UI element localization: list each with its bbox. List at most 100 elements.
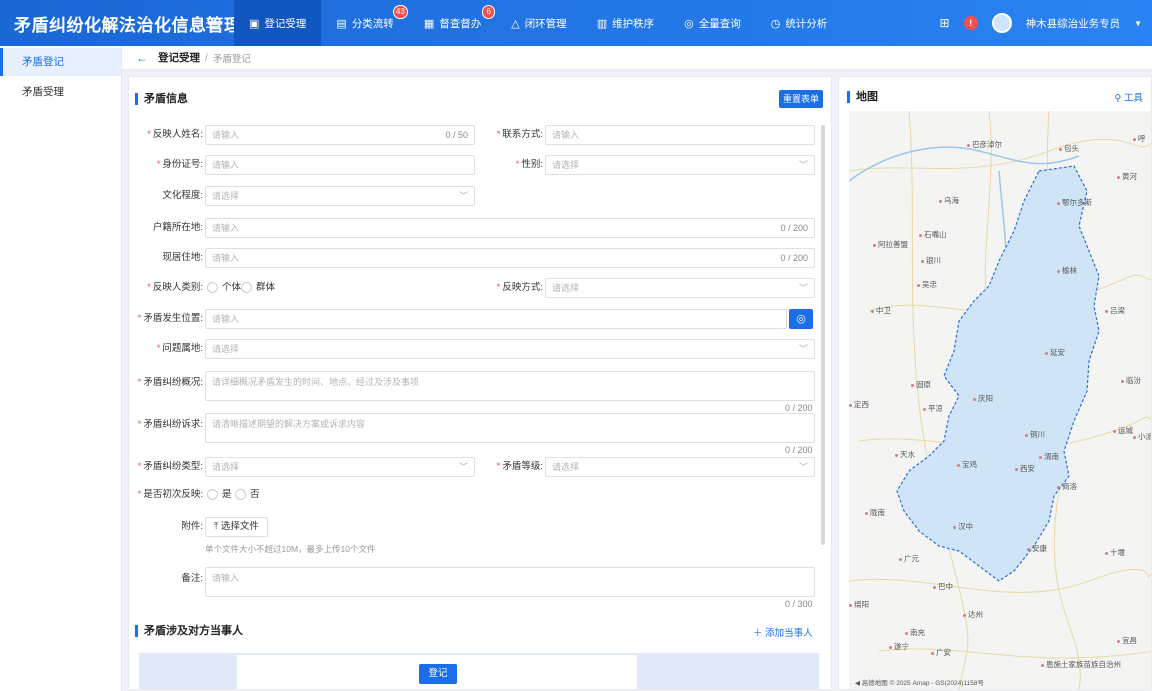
map-city: 安康 — [1027, 543, 1047, 554]
map-city: 吴忠 — [917, 279, 937, 290]
nav-flow-label: 分类流转 — [351, 17, 394, 30]
radio-no-label[interactable]: 否 — [250, 485, 260, 505]
map-tools-label: 工具 — [1123, 93, 1143, 104]
territory-placeholder: 请选择 — [212, 344, 240, 354]
map-city: 南充 — [905, 627, 925, 638]
chevron-down-icon[interactable]: ▼ — [1134, 19, 1142, 28]
radio-yes-label[interactable]: 是 — [222, 485, 232, 505]
back-arrow-icon[interactable]: ← — [136, 51, 148, 65]
main-nav: ▣ 登记受理 ▤ 分类流转 43 ▦ 督查督办 6 △ 闭环管理 ▥ 维护秩序 ◎ 全量查询 ◷… — [234, 0, 842, 46]
section-title: 矛盾信息 — [135, 93, 188, 105]
map-city: 延安 — [1045, 347, 1065, 358]
demand-label: * 矛盾纠纷诉求: — [129, 415, 203, 435]
sidebar-item-register[interactable]: 矛盾登记 — [0, 48, 121, 76]
loop-icon: △ — [511, 17, 520, 30]
nav-flow[interactable]: ▤ 分类流转 43 — [321, 0, 408, 46]
map-city: 宝鸡 — [957, 459, 977, 470]
report-method-label: * 反映方式: — [481, 278, 543, 298]
report-method-placeholder: 请选择 — [552, 283, 580, 293]
tool-icon: ⚲ — [1114, 93, 1122, 104]
hukou-placeholder: 请输入 — [212, 223, 240, 233]
map-tools-link[interactable]: ⚲ 工具 — [1114, 90, 1143, 104]
avatar[interactable] — [991, 13, 1012, 33]
level-label-text: 矛盾等级: — [502, 461, 543, 472]
user-name[interactable]: 神木县综治业务专员 — [1026, 16, 1121, 31]
demand-textarea[interactable]: 请清晰描述期望的解决方案或诉求内容 — [205, 413, 815, 443]
register-icon: ▣ — [249, 17, 260, 30]
dispute-type-select[interactable]: 请选择 ﹀ — [205, 457, 475, 477]
add-party-link[interactable]: ＋ 添加当事人 — [753, 625, 813, 639]
menu-toggle-icon[interactable]: ☰ — [198, 15, 224, 32]
map-city: 商洛 — [1057, 481, 1077, 492]
map-city: 平凉 — [923, 403, 943, 414]
report-method-select[interactable]: 请选择 ﹀ — [545, 278, 815, 298]
locate-button[interactable]: ◎ — [789, 309, 813, 329]
required-mark: * — [156, 343, 161, 354]
map-city: 汉中 — [953, 521, 973, 532]
map-city: 巴中 — [933, 581, 953, 592]
chevron-down-icon: ﹀ — [458, 191, 468, 201]
radio-group-label[interactable]: 群体 — [256, 278, 275, 298]
gender-select[interactable]: 请选择 ﹀ — [545, 155, 815, 175]
education-placeholder: 请选择 — [212, 191, 240, 201]
chevron-down-icon: ﹀ — [798, 344, 808, 354]
map-city: 天水 — [895, 449, 915, 460]
sidebar-item-accept[interactable]: 矛盾受理 — [0, 78, 121, 106]
nav-stats[interactable]: ◷ 统计分析 — [756, 0, 843, 46]
summary-textarea[interactable]: 请详细概况矛盾发生的时间、地点、经过及涉及事项 — [205, 371, 815, 401]
contact-input[interactable]: 请输入 — [545, 125, 815, 145]
nav-order[interactable]: ▥ 维护秩序 — [582, 0, 669, 46]
remark-textarea[interactable]: 请输入 — [205, 567, 815, 597]
nav-query[interactable]: ◎ 全量查询 — [669, 0, 756, 46]
residence-count: 0 / 200 — [780, 253, 808, 263]
territory-select[interactable]: 请选择 ﹀ — [205, 339, 815, 359]
map-city: 恩施土家族苗族自治州 — [1041, 659, 1121, 670]
grid-icon[interactable]: ⊞ — [940, 16, 950, 30]
required-mark: * — [137, 419, 142, 430]
attachment-hint: 单个文件大小不超过10M，最多上传10个文件 — [205, 544, 376, 554]
submit-button[interactable]: 登记 — [419, 664, 457, 684]
flow-badge: 43 — [392, 5, 408, 19]
map-city: 阿拉善盟 — [873, 239, 908, 250]
attachment-label: 附件: — [181, 521, 203, 532]
contact-label: * 联系方式: — [481, 125, 543, 145]
id-input[interactable]: 请输入 — [205, 155, 475, 175]
name-input[interactable]: 请输入 0 / 50 — [205, 125, 475, 145]
map-city: 十堰 — [1105, 547, 1125, 558]
map-city: 广元 — [899, 553, 919, 564]
hukou-input[interactable]: 请输入 0 / 200 — [205, 218, 815, 238]
first-report-label: * 是否初次反映: — [129, 485, 203, 505]
row-reporter-type: * 反映人类别: 个体 群体 * 反映方式: 请选择 ﹀ — [129, 278, 829, 298]
location-input[interactable]: 请输入 — [205, 309, 787, 329]
stats-icon: ◷ — [770, 17, 781, 30]
level-select[interactable]: 请选择 ﹀ — [545, 457, 815, 477]
radio-yes[interactable] — [207, 489, 218, 500]
radio-no[interactable] — [235, 489, 246, 500]
nav-loop[interactable]: △ 闭环管理 — [496, 0, 581, 46]
required-mark: * — [137, 313, 142, 324]
user-area: ⊞ ! 神木县综治业务专员 ▼ — [940, 0, 1142, 46]
education-select[interactable]: 请选择 ﹀ — [205, 186, 475, 206]
map-city: 乌海 — [939, 195, 959, 206]
breadcrumb-current[interactable]: 登记受理 — [158, 50, 200, 65]
name-label: * 反映人姓名: — [129, 125, 203, 145]
choose-file-button[interactable]: ⤒ 选择文件 — [205, 517, 268, 537]
radio-individual[interactable] — [207, 282, 218, 293]
map-city: 定西 — [849, 399, 869, 410]
row-territory: * 问题属地: 请选择 ﹀ — [129, 339, 829, 359]
nav-register[interactable]: ▣ 登记受理 — [234, 0, 322, 46]
map-canvas[interactable]: 巴彦淖尔 包头 呼 鄂尔多斯 乌海 石嘴山 阿拉善盟 银川 吴忠 榆林 中卫 吕… — [849, 111, 1151, 689]
radio-group[interactable] — [241, 282, 252, 293]
form-scrollbar[interactable] — [821, 125, 825, 545]
order-icon: ▥ — [596, 17, 608, 30]
gender-label: * 性别: — [481, 155, 543, 175]
residence-input[interactable]: 请输入 0 / 200 — [205, 248, 815, 268]
row-type-level: * 矛盾纠纷类型: 请选择 ﹀ * 矛盾等级: 请选择 ﹀ — [129, 457, 829, 477]
reset-form-button[interactable]: 重置表单 — [779, 90, 823, 108]
radio-individual-label[interactable]: 个体 — [222, 278, 241, 298]
nav-query-label: 全量查询 — [698, 17, 741, 30]
nav-supervise[interactable]: ▦ 督查督办 6 — [409, 0, 496, 46]
alert-icon[interactable]: ! — [963, 16, 978, 30]
upload-icon: ⤒ — [214, 521, 219, 532]
demand-count: 0 / 200 — [785, 445, 813, 455]
